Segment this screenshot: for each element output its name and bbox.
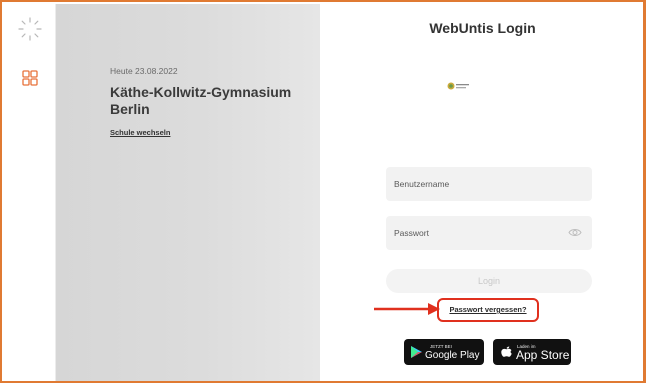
- nav-column: [4, 4, 56, 381]
- app-store-badge[interactable]: Laden im App Store: [493, 339, 571, 365]
- apple-icon: [501, 346, 512, 357]
- username-field[interactable]: Benutzername: [386, 167, 592, 201]
- eye-icon[interactable]: [568, 227, 582, 238]
- school-name: Käthe-Kollwitz-Gymnasium Berlin: [110, 84, 292, 117]
- login-button[interactable]: Login: [386, 269, 592, 293]
- password-placeholder: Passwort: [394, 228, 429, 238]
- app-frame: Heute 23.08.2022 Käthe-Kollwitz-Gymnasiu…: [0, 0, 646, 383]
- username-placeholder: Benutzername: [394, 179, 450, 189]
- school-panel: Heute 23.08.2022 Käthe-Kollwitz-Gymnasiu…: [56, 4, 320, 381]
- change-school-link[interactable]: Schule wechseln: [110, 128, 170, 137]
- app-store-text: App Store: [516, 348, 570, 362]
- today-date: Heute 23.08.2022: [110, 66, 178, 76]
- password-field[interactable]: Passwort: [386, 216, 592, 250]
- google-play-icon: [411, 346, 422, 358]
- google-play-small-text: JETZT BEI: [430, 344, 452, 349]
- google-play-text: Google Play: [425, 350, 480, 361]
- login-title: WebUntis Login: [429, 20, 536, 36]
- forgot-password-link[interactable]: Passwort vergessen?: [439, 300, 537, 320]
- login-panel: WebUntis Login Benutzername Passwort Log…: [320, 4, 643, 381]
- google-play-badge[interactable]: JETZT BEI Google Play: [404, 339, 484, 365]
- forgot-password-highlight: Passwort vergessen?: [437, 298, 539, 322]
- school-logo-icon: [447, 82, 469, 90]
- red-arrow-icon: [374, 303, 440, 315]
- grid-menu-icon[interactable]: [22, 70, 38, 86]
- loading-spinner-icon: [18, 17, 42, 41]
